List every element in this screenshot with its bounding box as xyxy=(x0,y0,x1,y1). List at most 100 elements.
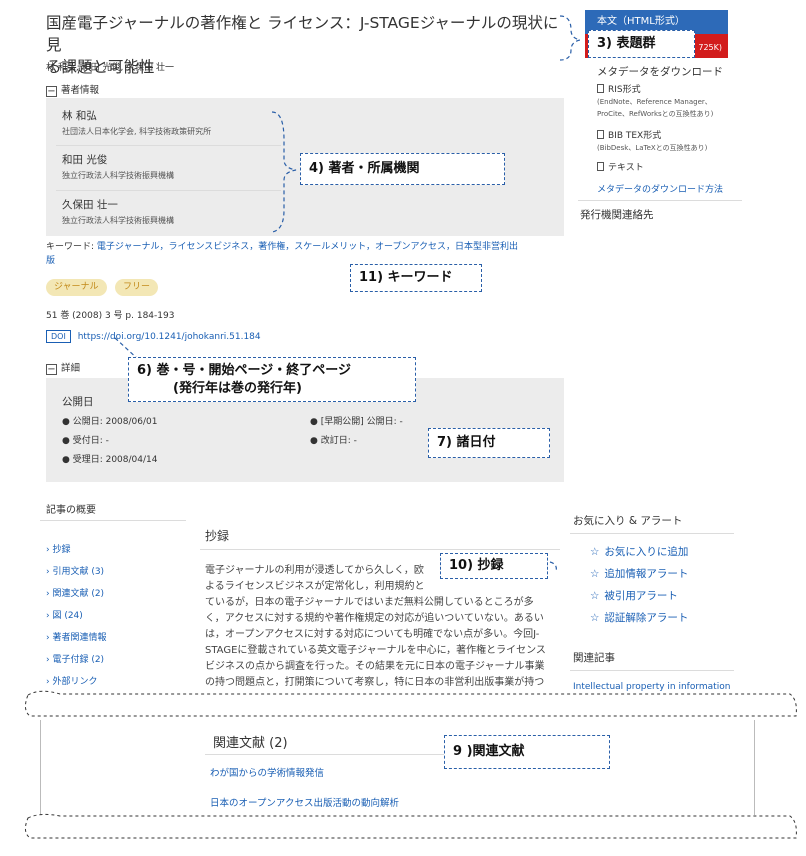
star-icon: ☆ xyxy=(590,612,600,624)
abstract-body: 電子ジャーナルの利用が浸透してから久しく，欧 よるライセンスビジネスが定常化し，… xyxy=(205,563,570,693)
cut-line-1 xyxy=(24,690,797,717)
related-ref-2[interactable]: 日本のオープンアクセス出版活動の動向解析 xyxy=(210,795,399,809)
author-affiliation: 社団法人日本化学会, 科学技術政策研究所 xyxy=(62,127,212,136)
related-refs-heading: 関連文献 (2) xyxy=(213,736,288,751)
date-received: ● 受付日: - xyxy=(62,436,109,446)
related-article-link[interactable]: Intellectual property in information xyxy=(573,682,738,692)
alert-additional-label: 追加情報アラート xyxy=(604,568,689,580)
keywords-label: キーワード: xyxy=(46,242,95,252)
abstract-line: ビジネスの点から調査を行った。その結果を元に日本の電子ジャーナル事業 xyxy=(205,661,545,672)
callout-volume: 6) 巻・号・開始ページ・終了ページ (発行年は巻の発行年) xyxy=(128,357,416,403)
overview-heading: 記事の概要 xyxy=(46,505,96,516)
divider xyxy=(56,190,281,191)
abstract-line: ているが，日本の電子ジャーナルではいまだ無料公開しているところが多 xyxy=(205,597,534,608)
date-published: ● 公開日: 2008/06/01 xyxy=(62,417,158,427)
nav-supplements[interactable]: › 電子付録 (2) xyxy=(46,652,104,665)
authors-line: 林 和弘, 和田 光俊, 久保田 壮一 xyxy=(46,63,175,73)
author-name: 和田 光俊 xyxy=(62,154,108,166)
collapse-icon: − xyxy=(46,364,57,375)
nav-related-refs[interactable]: › 関連文献 (2) xyxy=(46,586,104,599)
abstract-line: は，オープンアクセスに対する対応についても明確でない点が多い。今回J- xyxy=(205,629,540,640)
ris-label: RIS形式 xyxy=(608,85,641,95)
divider xyxy=(56,145,281,146)
related-ref-1[interactable]: わが国からの学術情報発信 xyxy=(210,765,324,779)
bib-note: (BibDesk、LaTeXとの互換性あり) xyxy=(597,144,708,152)
callout-related-refs: 9 )関連文献 xyxy=(444,735,610,769)
favorite-add[interactable]: ☆ お気に入りに追加 xyxy=(590,544,688,559)
ris-note: (EndNote、Reference Manager、 xyxy=(597,98,712,106)
doi-row: DOI https://doi.org/10.1241/johokanri.51… xyxy=(46,330,261,343)
metadata-howto-link[interactable]: メタデータのダウンロード方法 xyxy=(597,182,723,195)
bib-item[interactable]: BIB TEX形式 (BibDesk、LaTeXとの互換性あり) xyxy=(597,128,707,153)
pub-date-title: 公開日 xyxy=(62,396,94,408)
keywords: キーワード: 電子ジャーナル，ライセンスビジネス，著作権，スケールメリット，オー… xyxy=(46,240,566,268)
divider xyxy=(570,533,734,534)
text-label: テキスト xyxy=(608,163,644,173)
file-icon xyxy=(597,130,604,139)
callout-volume-line2: (発行年は巻の発行年) xyxy=(173,380,302,396)
alert-cited[interactable]: ☆ 被引用アラート xyxy=(590,588,678,603)
doi-badge: DOI xyxy=(46,330,71,343)
collapse-icon: − xyxy=(46,86,57,97)
bib-label: BIB TEX形式 xyxy=(608,131,662,141)
favorites-heading: お気に入り & アラート xyxy=(573,515,683,527)
author-name: 林 和弘 xyxy=(62,110,97,122)
abstract-heading: 抄録 xyxy=(205,529,230,543)
details-heading: 詳細 xyxy=(61,363,81,374)
alert-unauth-label: 認証解除アラート xyxy=(604,612,689,624)
badge-free: フリー xyxy=(115,279,159,296)
callout-volume-line1: 6) 巻・号・開始ページ・終了ページ xyxy=(137,363,351,378)
callout-abstract: 10) 抄録 xyxy=(440,553,548,579)
nav-abstract[interactable]: › 抄録 xyxy=(46,542,70,555)
text-item[interactable]: テキスト xyxy=(597,160,644,173)
abstract-line: く，アクセスに対する規約や著作権規定の対応が追いついていない。あるい xyxy=(205,613,544,624)
author-affiliation: 独立行政法人科学技術振興機構 xyxy=(62,171,174,180)
nav-citations[interactable]: › 引用文献 (3) xyxy=(46,564,104,577)
divider xyxy=(578,200,742,201)
related-articles-heading: 関連記事 xyxy=(573,652,615,664)
star-icon: ☆ xyxy=(590,568,600,580)
star-icon: ☆ xyxy=(590,546,600,558)
divider xyxy=(40,520,186,521)
author-name: 久保田 壮一 xyxy=(62,199,118,211)
keywords-links[interactable]: 電子ジャーナル，ライセンスビジネス，著作権，スケールメリット，オープンアクセス，… xyxy=(97,242,518,252)
doi-link[interactable]: https://doi.org/10.1241/johokanri.51.184 xyxy=(78,332,261,342)
author-affiliation: 独立行政法人科学技術振興機構 xyxy=(62,216,174,225)
publisher-contact[interactable]: 発行機関連絡先 xyxy=(580,207,654,222)
author-1: 林 和弘 社団法人日本化学会, 科学技術政策研究所 xyxy=(62,108,211,137)
nav-figures[interactable]: › 図 (24) xyxy=(46,608,83,621)
metadata-heading: メタデータをダウンロード xyxy=(597,66,723,78)
pdf-size: 725K) xyxy=(698,43,722,52)
callout-dates: 7) 諸日付 xyxy=(428,428,550,458)
date-accepted: ● 受理日: 2008/04/14 xyxy=(62,455,158,465)
author-info-toggle[interactable]: − 著者情報 xyxy=(46,82,99,97)
date-early-published: ● [早期公開] 公開日: - xyxy=(310,417,403,427)
star-icon: ☆ xyxy=(590,590,600,602)
volume-issue-pages: 51 巻 (2008) 3 号 p. 184-193 xyxy=(46,311,175,321)
divider xyxy=(200,549,560,550)
author-info-heading: 著者情報 xyxy=(61,85,100,96)
nav-author-info[interactable]: › 著者関連情報 xyxy=(46,630,106,643)
details-toggle[interactable]: − 詳細 xyxy=(46,360,80,375)
file-icon xyxy=(597,84,604,93)
alert-unauth[interactable]: ☆ 認証解除アラート xyxy=(590,610,688,625)
date-revised: ● 改訂日: - xyxy=(310,436,357,446)
ris-note-2: ProCite、RefWorksとの互換性あり) xyxy=(597,110,714,118)
badge-journal: ジャーナル xyxy=(46,279,107,296)
abstract-line: STAGEに登載されている英文電子ジャーナルを中心に，著作権とライセンス xyxy=(205,645,546,656)
cut-line-2 xyxy=(24,813,797,839)
abstract-line: の持つ問題点と，打開策について考察し，特に日本の非営利出版事業が持つ xyxy=(205,677,545,688)
alert-additional[interactable]: ☆ 追加情報アラート xyxy=(590,566,688,581)
ris-item[interactable]: RIS形式 (EndNote、Reference Manager、 ProCit… xyxy=(597,82,713,119)
file-icon xyxy=(597,162,604,171)
author-3: 久保田 壮一 独立行政法人科学技術振興機構 xyxy=(62,197,174,226)
divider xyxy=(570,670,734,671)
keywords-links-cont[interactable]: 版 xyxy=(46,256,55,266)
callout-title: 3) 表題群 xyxy=(588,30,695,58)
author-2: 和田 光俊 独立行政法人科学技術振興機構 xyxy=(62,152,174,181)
nav-external-links[interactable]: › 外部リンク xyxy=(46,674,97,687)
callout-authors: 4) 著者・所属機関 xyxy=(300,153,505,185)
abstract-line: よるライセンスビジネスが定常化し，利用規約と xyxy=(205,581,425,592)
favorite-add-label: お気に入りに追加 xyxy=(604,546,689,558)
alert-cited-label: 被引用アラート xyxy=(604,590,678,602)
